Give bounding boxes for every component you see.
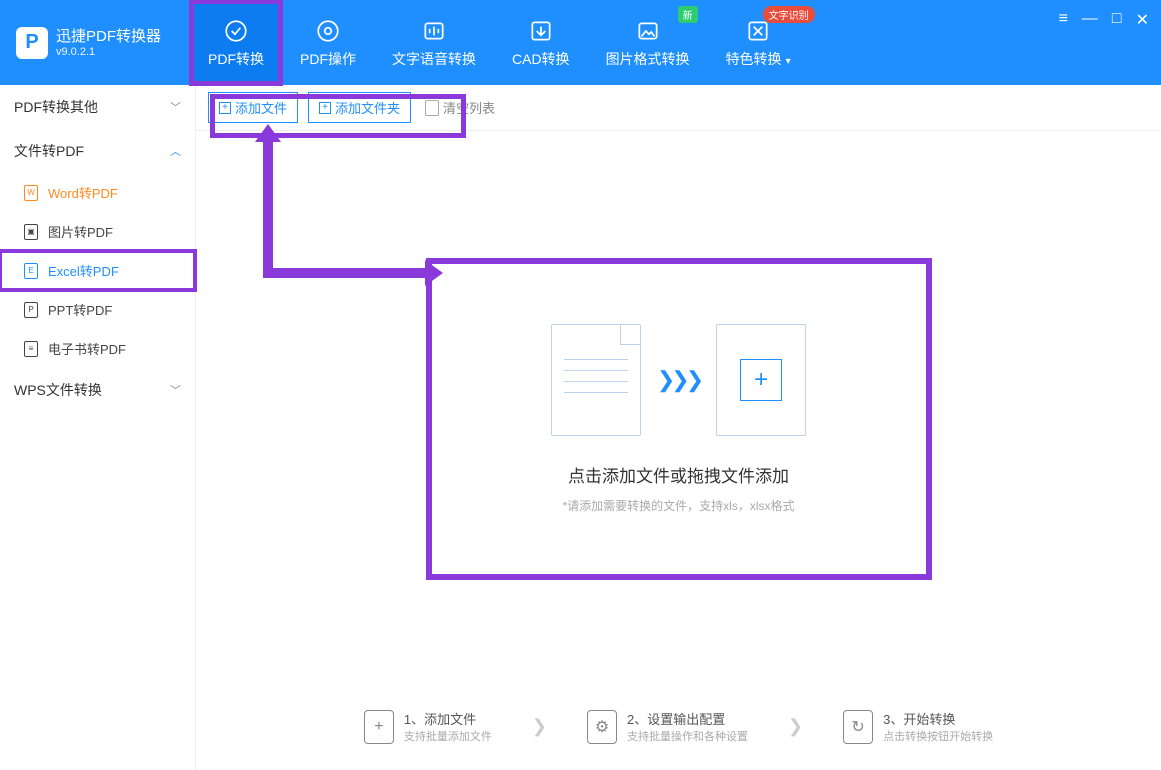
tab-pdf-operate[interactable]: PDF操作 [282,0,374,85]
sidebar-item-word-pdf[interactable]: W Word转PDF [0,173,195,212]
word-icon: W [24,185,38,201]
main-area: + 添加文件 + 添加文件夹 清空列表 ❯❯❯ + [196,85,1161,770]
step-add-file: + 1、添加文件 支持批量添加文件 [364,709,492,744]
item-label: Excel转PDF [48,261,119,280]
operate-icon [314,17,342,45]
annotation-arrow-horizontal [263,268,427,278]
logo-area: P 迅捷PDF转换器 v9.0.2.1 [0,27,190,59]
chevron-down-icon: ﹀ [170,99,181,115]
step-num: 2、 [627,712,647,727]
step-file-icon: + [364,710,394,744]
step-sub: 点击转换按钮开始转换 [883,728,993,744]
tab-label: PDF转换 [208,49,264,69]
plus-icon: + [219,102,231,114]
tab-label: 文字语音转换 [392,49,476,69]
group-label: WPS文件转换 [14,380,102,400]
sidebar: PDF转换其他 ﹀ 文件转PDF ︿ W Word转PDF ▣ 图片转PDF E… [0,85,196,770]
step-start: ↻ 3、开始转换 点击转换按钮开始转换 [843,709,993,744]
image-icon [634,17,662,45]
drop-subtitle: *请添加需要转换的文件，支持xls，xlsx格式 [562,497,794,514]
tab-label: PDF操作 [300,49,356,69]
group-label: PDF转换其他 [14,97,98,117]
add-file-button[interactable]: + 添加文件 [208,92,298,123]
step-num: 3、 [883,712,903,727]
sidebar-group-file-to-pdf[interactable]: 文件转PDF ︿ [0,129,195,173]
ebook-icon: ≡ [24,341,38,357]
app-header: P 迅捷PDF转换器 v9.0.2.1 PDF转换 PDF操作 文字语音转换 [0,0,1161,85]
tab-cad[interactable]: CAD转换 [494,0,588,85]
btn-label: 清空列表 [443,98,495,117]
clear-list-button[interactable]: 清空列表 [425,98,495,117]
main-tabs: PDF转换 PDF操作 文字语音转换 CAD转换 新 图片格式转换 [190,0,809,85]
gear-icon: ⚙ [587,710,617,744]
btn-label: 添加文件 [235,98,287,117]
sidebar-item-image-pdf[interactable]: ▣ 图片转PDF [0,212,195,251]
app-version: v9.0.2.1 [56,46,161,58]
toolbar: + 添加文件 + 添加文件夹 清空列表 [196,85,1161,131]
convert-icon [222,17,250,45]
tab-label: 图片格式转换 [606,49,690,69]
chevron-right-icon: ❯ [788,716,803,737]
annotation-arrow-vertical [263,138,273,278]
chevron-right-icon: ❯ [532,716,547,737]
step-title: 设置输出配置 [647,712,725,727]
list-icon [425,100,439,116]
menu-icon[interactable]: ≡ [1059,10,1068,30]
sidebar-group-wps[interactable]: WPS文件转换 ﹀ [0,368,195,412]
step-title: 开始转换 [903,712,955,727]
item-label: Word转PDF [48,183,118,202]
plus-icon: + [319,102,331,114]
window-controls: ≡ — □ ✕ [1059,10,1149,30]
tab-label: CAD转换 [512,49,570,69]
sidebar-group-pdf-other[interactable]: PDF转换其他 ﹀ [0,85,195,129]
cad-icon [527,17,555,45]
drop-title: 点击添加文件或拖拽文件添加 [568,462,789,487]
ocr-badge: 文字识别 [763,6,815,23]
app-title: 迅捷PDF转换器 [56,28,161,46]
tab-special[interactable]: 文字识别 特色转换 [708,0,809,85]
add-folder-button[interactable]: + 添加文件夹 [308,92,411,123]
item-label: PPT转PDF [48,300,112,319]
close-button[interactable]: ✕ [1136,10,1149,30]
step-title: 添加文件 [424,712,476,727]
btn-label: 添加文件夹 [335,98,400,117]
chevron-up-icon: ︿ [170,143,181,159]
sidebar-item-ebook-pdf[interactable]: ≡ 电子书转PDF [0,329,195,368]
excel-icon: E [24,263,38,279]
tab-pdf-convert[interactable]: PDF转换 [190,0,282,85]
step-num: 1、 [404,712,424,727]
steps-row: + 1、添加文件 支持批量添加文件 ❯ ⚙ 2、设置输出配置 支持批量操作和各种… [196,709,1161,744]
tab-image-convert[interactable]: 新 图片格式转换 [588,0,708,85]
group-label: 文件转PDF [14,141,84,161]
audio-icon [420,17,448,45]
document-icon [551,324,641,436]
convert-icon: ↻ [843,710,873,744]
tab-text-audio[interactable]: 文字语音转换 [374,0,494,85]
sidebar-item-excel-pdf[interactable]: E Excel转PDF [0,251,195,290]
app-logo-icon: P [16,27,48,59]
step-sub: 支持批量添加文件 [404,728,492,744]
item-label: 电子书转PDF [48,339,126,358]
minimize-button[interactable]: — [1082,10,1098,30]
step-config: ⚙ 2、设置输出配置 支持批量操作和各种设置 [587,709,748,744]
ppt-icon: P [24,302,38,318]
maximize-button[interactable]: □ [1112,10,1122,30]
add-card-icon: + [716,324,806,436]
step-sub: 支持批量操作和各种设置 [627,728,748,744]
drop-graphic: ❯❯❯ + [551,324,806,436]
image-doc-icon: ▣ [24,224,38,240]
arrows-icon: ❯❯❯ [657,367,700,393]
item-label: 图片转PDF [48,222,113,241]
sidebar-item-ppt-pdf[interactable]: P PPT转PDF [0,290,195,329]
tab-label: 特色转换 [726,49,791,69]
drop-area[interactable]: ❯❯❯ + 点击添加文件或拖拽文件添加 *请添加需要转换的文件，支持xls，xl… [429,261,929,577]
chevron-down-icon: ﹀ [170,382,181,398]
new-badge: 新 [678,6,698,23]
